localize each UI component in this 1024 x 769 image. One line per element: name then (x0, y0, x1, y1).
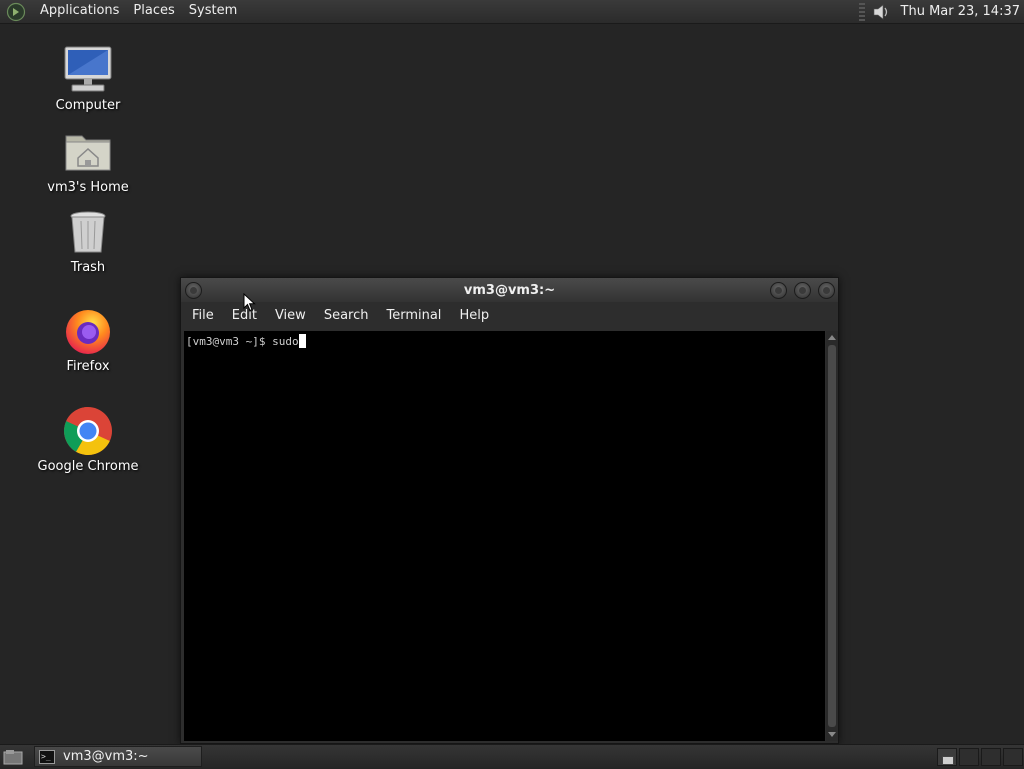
applications-menu[interactable]: Applications (33, 0, 126, 24)
minimize-button[interactable] (770, 282, 787, 299)
menu-view[interactable]: View (266, 302, 315, 330)
taskbar-label: vm3@vm3:~ (63, 749, 149, 764)
bottom-panel: >_ vm3@vm3:~ (0, 744, 1024, 768)
window-title: vm3@vm3:~ (463, 282, 556, 298)
workspace-4[interactable] (1003, 748, 1023, 766)
close-button[interactable] (818, 282, 835, 299)
terminal-output[interactable]: [vm3@vm3 ~]$ sudo (184, 331, 825, 741)
computer-icon (62, 44, 114, 96)
menu-file[interactable]: File (183, 302, 223, 330)
window-menu-button[interactable] (185, 282, 202, 299)
volume-icon[interactable] (871, 2, 891, 22)
desktop-icon-label: Google Chrome (37, 459, 139, 474)
desktop-icon-firefox[interactable]: Firefox (28, 305, 148, 374)
menu-terminal[interactable]: Terminal (377, 302, 450, 330)
mouse-pointer-icon (243, 293, 256, 312)
desktop-icon-computer[interactable]: Computer (28, 44, 148, 113)
chrome-icon (62, 405, 114, 457)
workspace-3[interactable] (981, 748, 1001, 766)
terminal-command: sudo (272, 335, 299, 348)
show-desktop-icon[interactable] (3, 749, 23, 765)
trash-icon (62, 206, 114, 258)
desktop-icon-chrome[interactable]: Google Chrome (28, 405, 148, 474)
firefox-icon (62, 305, 114, 357)
terminal-menubar: File Edit View Search Terminal Help (181, 302, 838, 330)
scroll-up-arrow-icon[interactable] (828, 335, 836, 340)
scroll-thumb[interactable] (828, 345, 836, 727)
home-folder-icon (62, 126, 114, 178)
taskbar-button-terminal[interactable]: >_ vm3@vm3:~ (34, 746, 202, 767)
desktop-icon-label: Trash (70, 260, 106, 275)
terminal-window[interactable]: vm3@vm3:~ File Edit View Search Terminal… (180, 277, 839, 744)
tray-handle[interactable] (858, 2, 865, 21)
workspace-1[interactable] (937, 748, 957, 766)
desktop-icon-trash[interactable]: Trash (28, 206, 148, 275)
menu-search[interactable]: Search (315, 302, 378, 330)
places-menu[interactable]: Places (126, 0, 181, 24)
gnome-foot-icon[interactable] (5, 1, 27, 23)
desktop-icon-label: Firefox (66, 359, 110, 374)
maximize-button[interactable] (794, 282, 811, 299)
clock[interactable]: Thu Mar 23, 14:37 (901, 4, 1020, 19)
top-panel: Applications Places System Thu Mar 23, 1… (0, 0, 1024, 24)
terminal-prompt: [vm3@vm3 ~]$ (186, 335, 273, 348)
workspace-window-preview (942, 756, 954, 765)
terminal-icon: >_ (39, 749, 55, 764)
text-cursor (298, 334, 306, 348)
titlebar[interactable]: vm3@vm3:~ (181, 278, 838, 302)
menu-help[interactable]: Help (450, 302, 498, 330)
desktop-icon-home[interactable]: vm3's Home (28, 126, 148, 195)
workspace-2[interactable] (959, 748, 979, 766)
scroll-down-arrow-icon[interactable] (828, 732, 836, 737)
desktop-icon-label: Computer (55, 98, 121, 113)
desktop-icon-label: vm3's Home (47, 180, 129, 195)
terminal-scrollbar[interactable] (826, 331, 838, 741)
system-menu[interactable]: System (182, 0, 244, 24)
